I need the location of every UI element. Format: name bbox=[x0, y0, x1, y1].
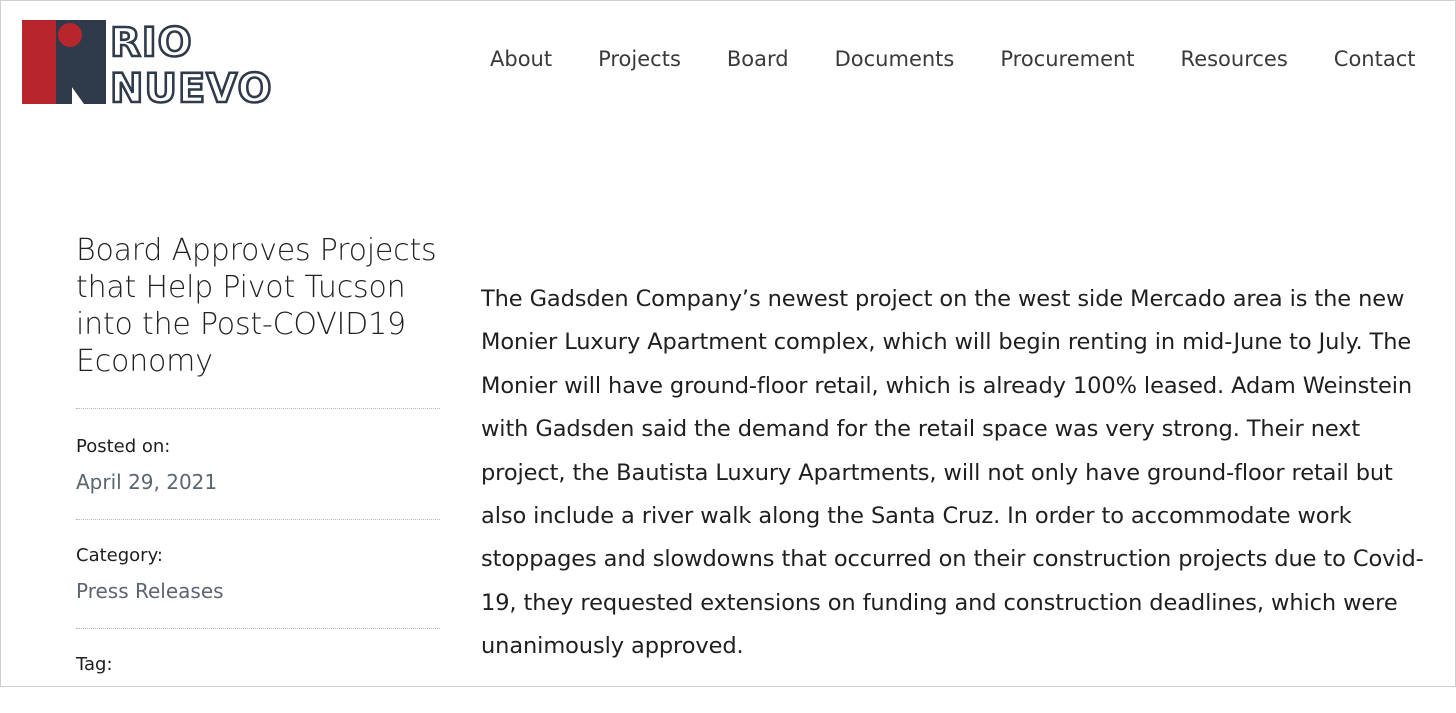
site-logo[interactable]: RIO NUEVO bbox=[22, 18, 352, 106]
nav-contact[interactable]: Contact bbox=[1334, 42, 1416, 76]
category-block: Category: Press Releases bbox=[76, 520, 440, 628]
logo-text-rio: RIO bbox=[110, 20, 193, 66]
posted-on-date: April 29, 2021 bbox=[76, 470, 218, 494]
nav-board[interactable]: Board bbox=[727, 42, 789, 76]
tag-label: Tag: bbox=[76, 654, 113, 675]
rio-nuevo-logo-icon: RIO NUEVO bbox=[22, 19, 273, 106]
nav-procurement[interactable]: Procurement bbox=[1000, 42, 1134, 76]
main-nav: About Projects Board Documents Procureme… bbox=[490, 42, 1416, 76]
post-sidebar: Board Approves Projects that Help Pivot … bbox=[76, 232, 440, 713]
post-content: The Gadsden Company’s newest project on … bbox=[481, 278, 1436, 669]
nav-about[interactable]: About bbox=[490, 42, 552, 76]
post-paragraph: The Gadsden Company’s newest project on … bbox=[481, 286, 1424, 660]
nav-resources[interactable]: Resources bbox=[1181, 42, 1288, 76]
posted-on-label: Posted on: bbox=[76, 436, 171, 457]
posted-on-block: Posted on: April 29, 2021 bbox=[76, 409, 440, 519]
category-link[interactable]: Press Releases bbox=[76, 578, 224, 604]
post-title: Board Approves Projects that Help Pivot … bbox=[76, 233, 437, 379]
logo-text-nuevo: NUEVO bbox=[110, 66, 273, 106]
nav-documents[interactable]: Documents bbox=[835, 42, 955, 76]
nav-projects[interactable]: Projects bbox=[598, 42, 681, 76]
category-label: Category: bbox=[76, 545, 163, 566]
tag-block: Tag: bbox=[76, 629, 440, 713]
